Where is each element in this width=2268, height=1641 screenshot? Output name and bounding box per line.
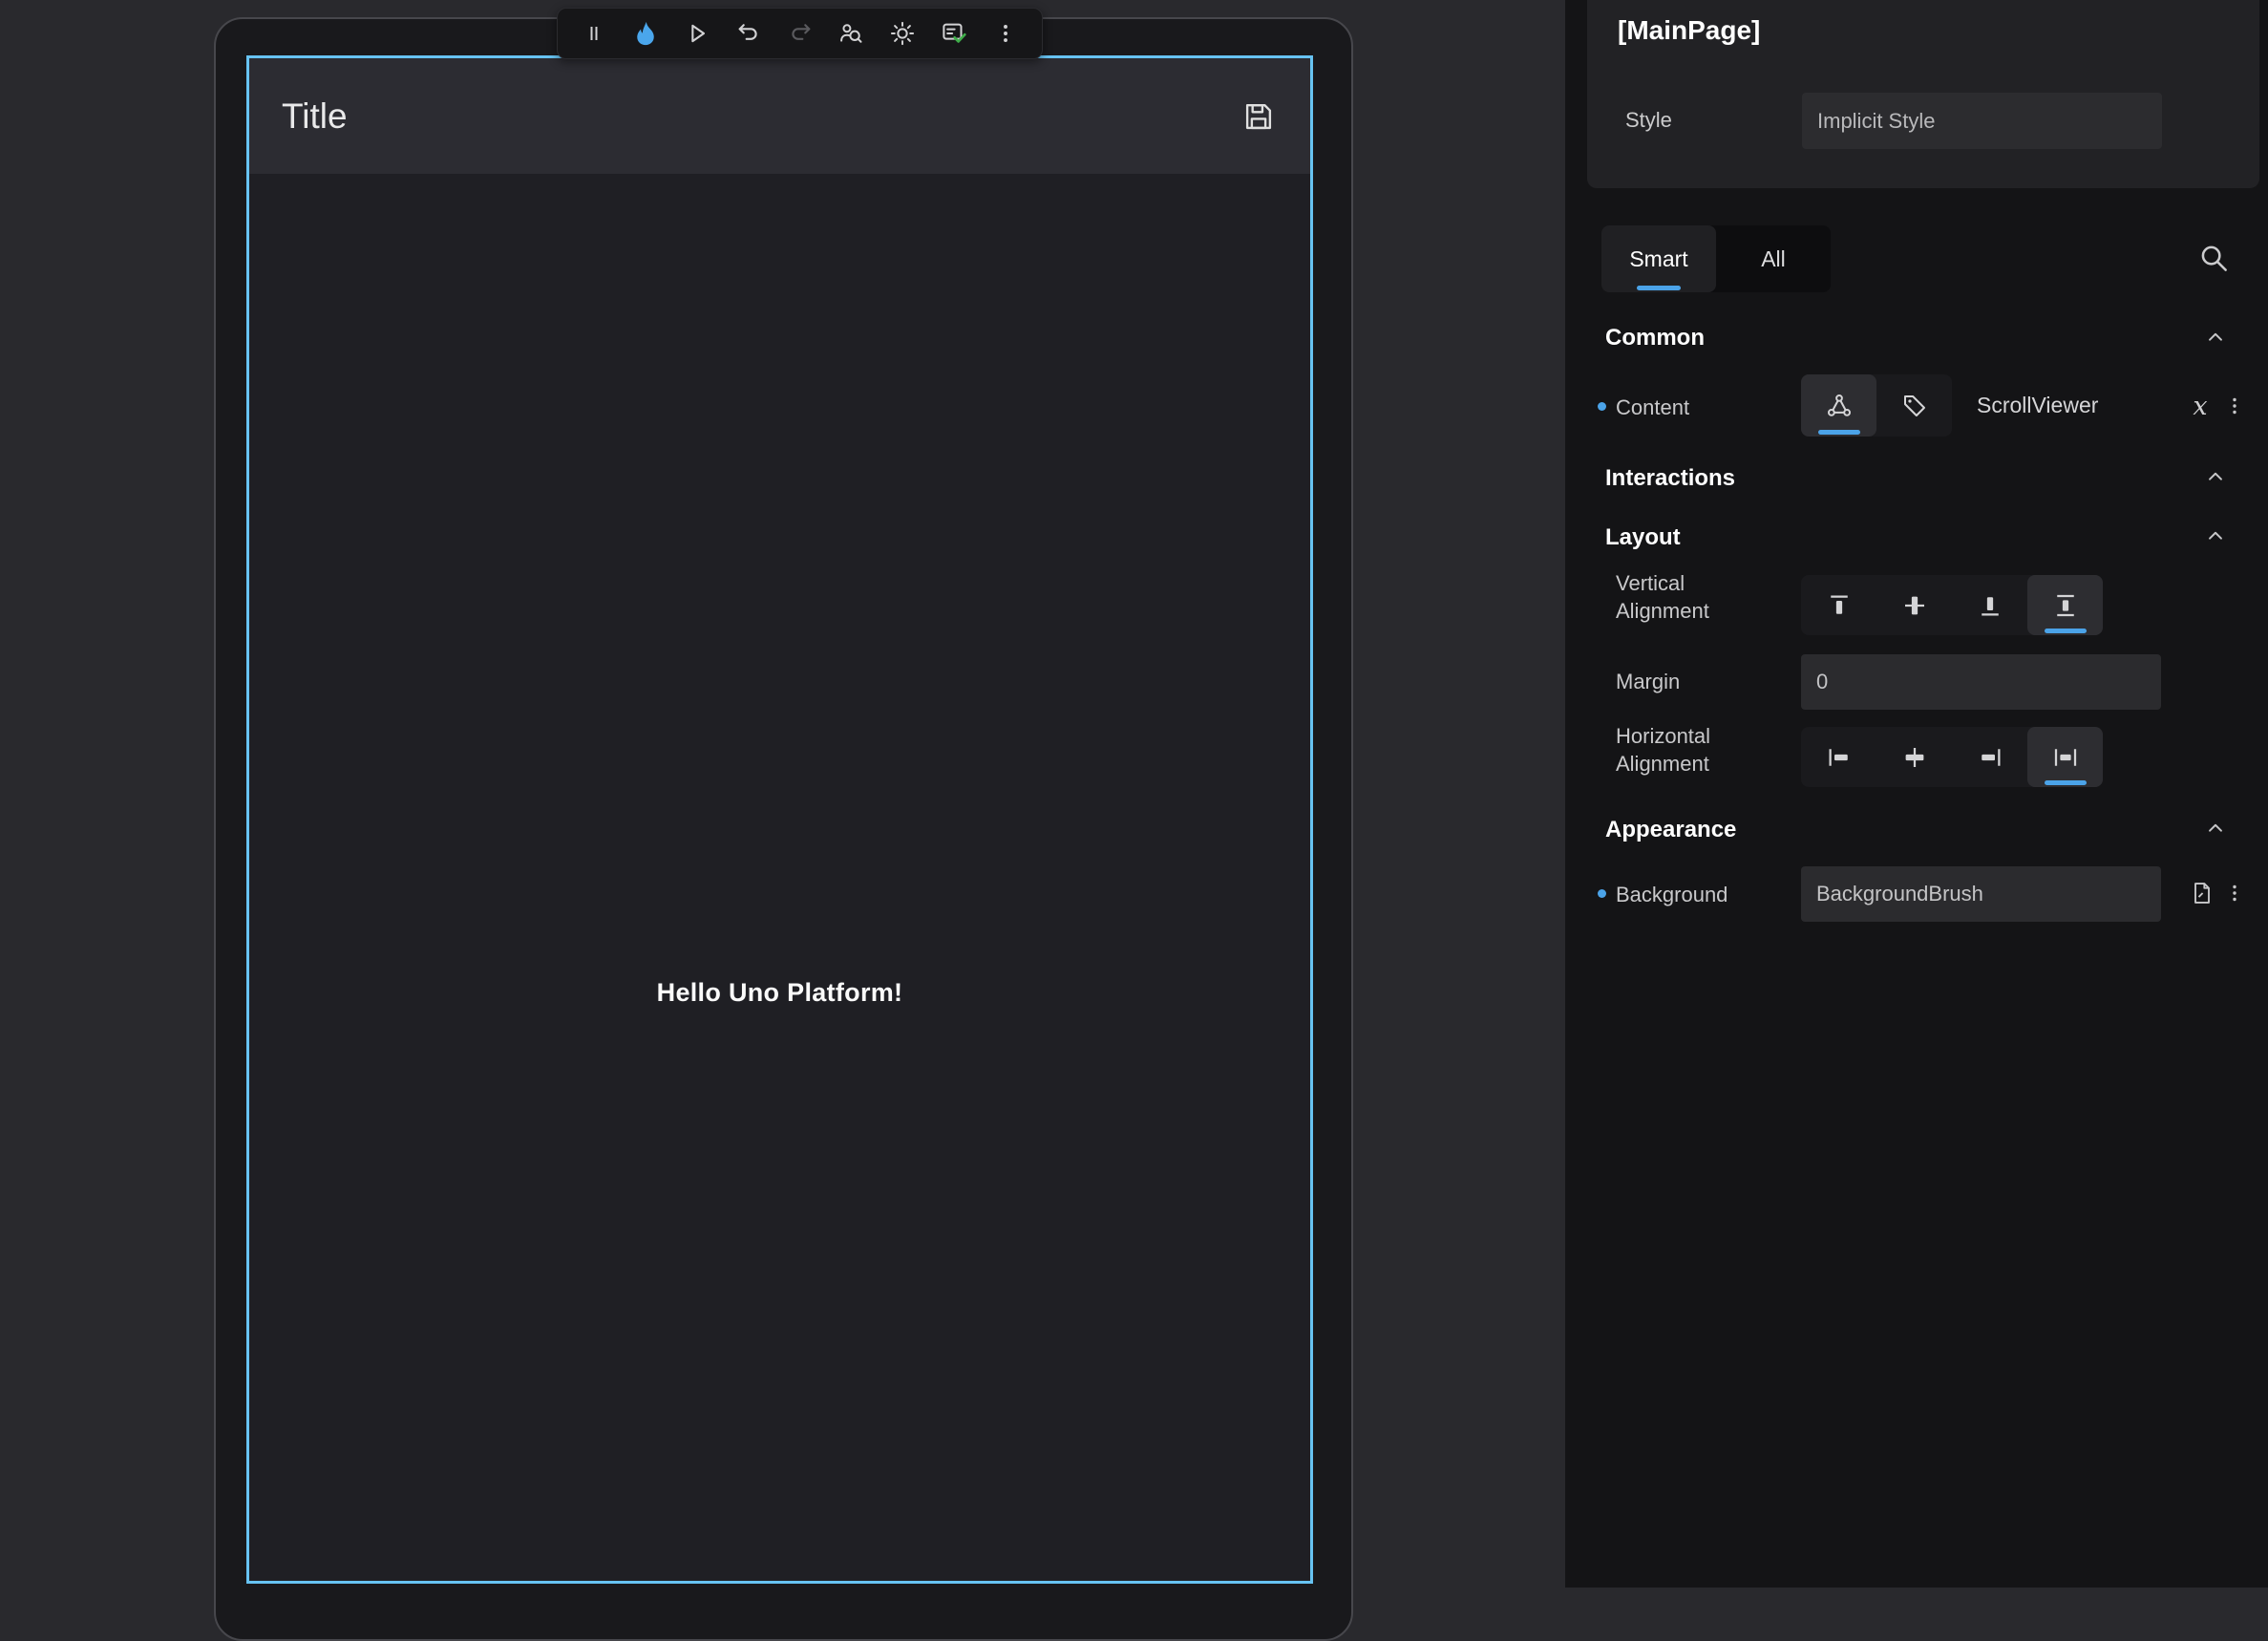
vertical-alignment-group [1801, 575, 2103, 635]
section-common[interactable]: Common [1605, 325, 1705, 352]
tab-smart-label: Smart [1629, 246, 1687, 272]
margin-input[interactable]: 0 [1801, 654, 2161, 710]
halign-stretch-button[interactable] [2027, 727, 2103, 787]
chevron-up-icon[interactable] [2196, 522, 2235, 550]
section-interactions[interactable]: Interactions [1605, 465, 1735, 492]
content-tag-button[interactable] [1876, 374, 1952, 437]
selected-element-card: [MainPage] Style Implicit Style [1587, 0, 2259, 188]
chevron-up-icon[interactable] [2196, 814, 2235, 842]
hot-reload-flame-icon[interactable] [626, 14, 665, 53]
content-type-toggle [1801, 374, 1952, 437]
app-header-bar: Title [249, 58, 1310, 174]
content-element-button[interactable] [1801, 374, 1876, 437]
redo-icon[interactable] [781, 14, 819, 53]
chevron-up-icon[interactable] [2196, 323, 2235, 352]
edit-resource-icon[interactable] [2186, 877, 2218, 909]
tab-all-label: All [1761, 246, 1786, 272]
background-modified-indicator [1598, 889, 1606, 898]
play-icon[interactable] [678, 14, 716, 53]
theme-toggle-icon[interactable] [883, 14, 922, 53]
valign-top-button[interactable] [1801, 575, 1876, 635]
hello-text: Hello Uno Platform! [249, 978, 1310, 1008]
style-input[interactable]: Implicit Style [1802, 93, 2162, 149]
tab-all[interactable]: All [1716, 225, 1831, 292]
tab-selected-underline [1637, 286, 1681, 290]
valign-stretch-button[interactable] [2027, 575, 2103, 635]
valign-bottom-button[interactable] [1952, 575, 2027, 635]
background-more-icon[interactable] [2218, 877, 2251, 909]
hot-design-toolbar [557, 8, 1043, 59]
content-modified-indicator [1598, 402, 1606, 411]
selected-element-title: [MainPage] [1618, 15, 1760, 46]
halign-left-button[interactable] [1801, 727, 1876, 787]
device-frame: Title Hello Uno Platform! [214, 17, 1353, 1641]
element-inspector-icon[interactable] [832, 14, 870, 53]
save-icon[interactable] [1240, 97, 1278, 136]
horizontal-alignment-label: Horizontal Alignment [1616, 722, 1749, 778]
search-icon[interactable] [2195, 240, 2232, 276]
app-title: Title [282, 96, 348, 137]
validation-check-icon[interactable] [935, 14, 973, 53]
style-label: Style [1625, 108, 1672, 133]
horizontal-alignment-group [1801, 727, 2103, 787]
halign-center-button[interactable] [1876, 727, 1952, 787]
background-input[interactable]: BackgroundBrush [1801, 866, 2161, 922]
vertical-alignment-label: Vertical Alignment [1616, 569, 1749, 625]
tab-smart[interactable]: Smart [1601, 225, 1716, 292]
valign-center-button[interactable] [1876, 575, 1952, 635]
markup-binding-icon[interactable]: x [2184, 390, 2216, 422]
content-more-icon[interactable] [2218, 390, 2251, 422]
app-canvas-selection[interactable]: Title Hello Uno Platform! [246, 55, 1313, 1584]
more-menu-icon[interactable] [986, 14, 1025, 53]
drag-handle-icon[interactable] [575, 14, 613, 53]
halign-right-button[interactable] [1952, 727, 2027, 787]
content-value[interactable]: ScrollViewer [1977, 393, 2098, 418]
section-layout[interactable]: Layout [1605, 524, 1681, 551]
section-appearance[interactable]: Appearance [1605, 817, 1736, 843]
undo-icon[interactable] [730, 14, 768, 53]
margin-label: Margin [1616, 668, 1680, 695]
design-surface: Title Hello Uno Platform! [0, 0, 1565, 1588]
property-tabs: Smart All [1601, 225, 1831, 292]
content-label: Content [1616, 394, 1689, 421]
background-label: Background [1616, 881, 1727, 908]
chevron-up-icon[interactable] [2196, 462, 2235, 491]
properties-panel: [MainPage] Style Implicit Style Smart Al… [1565, 0, 2268, 1588]
app-body: Hello Uno Platform! [249, 174, 1310, 1581]
